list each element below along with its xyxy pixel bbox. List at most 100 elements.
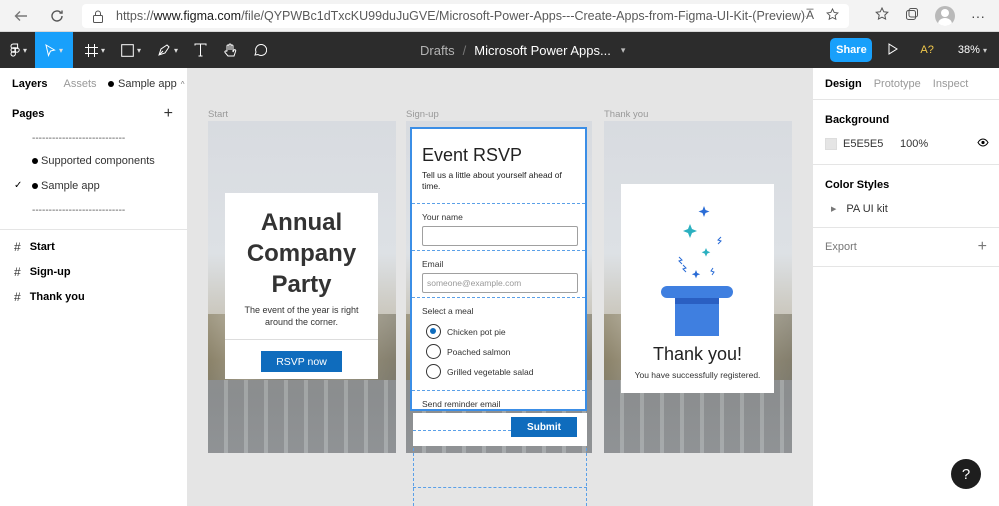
email-input[interactable]: someone@example.com [422, 273, 578, 293]
reminder-label[interactable]: Send reminder email [422, 399, 500, 409]
page-label: Supported components [41, 154, 155, 167]
rsvp-now-button[interactable]: RSVP now [261, 351, 342, 372]
layer-frame-thank-you[interactable]: # Thank you [0, 284, 187, 309]
shape-tool-button[interactable]: ▾ [113, 32, 149, 68]
main-menu-button[interactable]: ▾ [0, 32, 35, 68]
tab-prototype[interactable]: Prototype [874, 78, 921, 90]
section-divider [412, 390, 585, 391]
card-divider [225, 339, 378, 340]
selection-guide [413, 487, 587, 488]
page-divider[interactable]: ---------------------------- [0, 198, 187, 223]
radio-icon [426, 344, 441, 359]
layer-frame-start[interactable]: # Start [0, 234, 187, 259]
back-icon[interactable] [10, 5, 32, 27]
address-bar[interactable]: https://www.figma.com/file/QYPWBc1dTxcKU… [82, 4, 849, 28]
background-heading: Background [825, 114, 890, 126]
meal-option-label: Grilled vegetable salad [447, 366, 534, 377]
layer-label: Start [29, 240, 55, 253]
email-label: Email [422, 259, 444, 269]
chevron-down-icon[interactable]: ▾ [621, 45, 626, 56]
tab-design[interactable]: Design [825, 78, 862, 90]
current-page-label: Sample app [118, 78, 177, 90]
section-divider [412, 297, 585, 298]
frame-icon [85, 43, 99, 57]
frame-tool-button[interactable]: ▾ [77, 32, 113, 68]
background-color-swatch[interactable] [825, 138, 837, 150]
page-selector[interactable]: Sample app ^ [108, 78, 184, 90]
breadcrumb-separator: / [462, 42, 467, 58]
tab-layers[interactable]: Layers [12, 78, 47, 90]
add-export-icon[interactable]: + [978, 238, 987, 256]
layer-frame-sign-up[interactable]: # Sign-up [0, 259, 187, 284]
text-tool-button[interactable] [186, 32, 215, 68]
frame-label-start[interactable]: Start [208, 109, 228, 120]
collections-icon[interactable] [905, 7, 919, 26]
favorite-add-icon[interactable] [826, 7, 839, 24]
caret-right-icon: ▶ [831, 206, 837, 213]
hand-tool-button[interactable] [215, 32, 245, 68]
comment-icon [254, 43, 268, 56]
meal-label: Select a meal [422, 306, 474, 316]
help-button[interactable]: ? [951, 459, 981, 489]
tab-inspect[interactable]: Inspect [933, 78, 968, 90]
comment-tool-button[interactable] [245, 32, 275, 68]
submit-button[interactable]: Submit [511, 417, 577, 437]
chevron-down-icon: ▾ [59, 45, 64, 55]
background-hex-input[interactable]: E5E5E5 [843, 138, 900, 150]
layers-panel: Layers Assets Sample app ^ Pages + -----… [0, 68, 188, 506]
accessibility-checker-button[interactable]: A? [920, 44, 933, 56]
favorites-icon[interactable] [875, 6, 889, 26]
zoom-level[interactable]: 38% ▾ [958, 44, 987, 56]
chevron-down-icon: ▾ [982, 46, 987, 55]
frame-icon: # [14, 289, 21, 304]
file-name[interactable]: Microsoft Power Apps... [474, 43, 611, 58]
meal-option-label: Poached salmon [447, 346, 511, 357]
rsvp-form: Event RSVP Tell us a little about yourse… [410, 127, 587, 411]
layer-label: Sign-up [29, 265, 71, 278]
browser-bar: https://www.figma.com/file/QYPWBc1dTxcKU… [0, 0, 999, 32]
meal-option-label: Chicken pot pie [447, 326, 506, 337]
meal-option[interactable]: Chicken pot pie [426, 324, 506, 339]
frame-label-sign-up[interactable]: Sign-up [406, 109, 439, 120]
share-button[interactable]: Share [830, 38, 873, 62]
export-section: Export + [813, 228, 999, 267]
chevron-down-icon: ▾ [137, 45, 142, 55]
present-play-icon[interactable] [888, 42, 899, 58]
reload-icon[interactable] [46, 5, 68, 27]
color-styles-section: Color Styles ▶ PA UI kit [813, 165, 999, 228]
tab-assets[interactable]: Assets [63, 78, 96, 90]
add-page-icon[interactable]: + [164, 105, 173, 123]
frame-label-thank-you[interactable]: Thank you [604, 109, 648, 120]
radio-icon [426, 364, 441, 379]
frame-start[interactable]: Annual Company Party The event of the ye… [208, 121, 396, 453]
pen-tool-button[interactable]: ▾ [149, 32, 186, 68]
rectangle-icon [121, 43, 134, 57]
eye-icon[interactable] [977, 136, 989, 150]
read-aloud-icon[interactable]: A̅ [806, 8, 814, 24]
start-card: Annual Company Party The event of the ye… [225, 193, 378, 379]
meal-option[interactable]: Grilled vegetable salad [426, 364, 533, 379]
chevron-down-icon: ▾ [23, 45, 28, 55]
meal-option[interactable]: Poached salmon [426, 344, 510, 359]
background-section: Background E5E5E5 100% [813, 100, 999, 165]
cursor-icon [45, 43, 56, 57]
more-icon[interactable]: ··· [971, 8, 985, 24]
page-item-supported-components[interactable]: Supported components [0, 148, 187, 173]
color-style-group[interactable]: ▶ PA UI kit [825, 191, 987, 227]
page-dot-icon [108, 81, 114, 87]
canvas[interactable]: Start Annual Company Party The event of … [188, 68, 812, 506]
thank-you-card: Thank you! You have successfully registe… [621, 184, 774, 393]
move-tool-button[interactable]: ▾ [35, 32, 74, 68]
frame-thank-you[interactable]: Thank you! You have successfully registe… [604, 121, 792, 453]
breadcrumb-drafts[interactable]: Drafts [420, 43, 455, 58]
page-item-sample-app[interactable]: ✓ Sample app [0, 173, 187, 198]
text-icon [194, 43, 207, 57]
profile-avatar[interactable] [935, 6, 955, 26]
radio-selected-icon [426, 324, 441, 339]
name-input[interactable] [422, 226, 578, 246]
chevron-up-icon: ^ [180, 79, 185, 89]
start-subtitle: The event of the year is right around th… [244, 305, 359, 327]
page-label: Sample app [41, 179, 100, 192]
background-opacity-input[interactable]: 100% [900, 138, 928, 150]
page-divider[interactable]: ---------------------------- [0, 128, 187, 148]
